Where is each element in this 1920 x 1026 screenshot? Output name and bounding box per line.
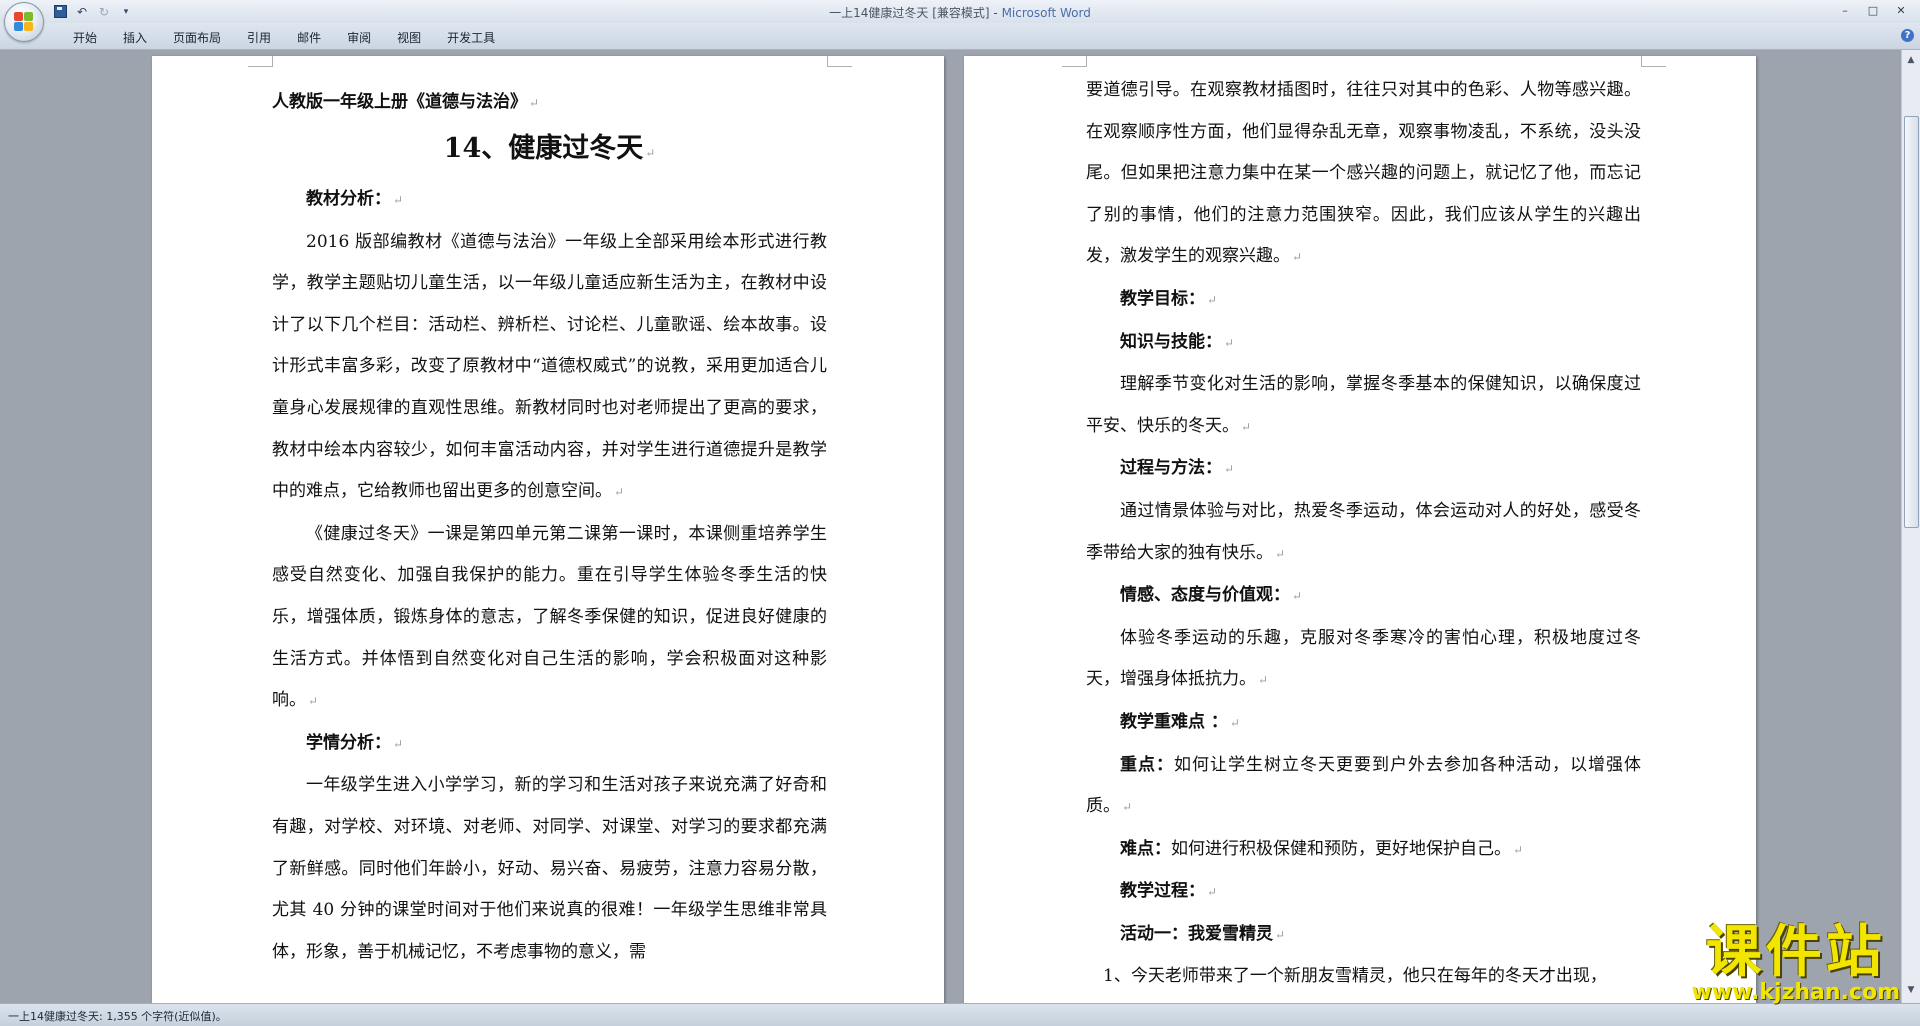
office-button[interactable] [4, 2, 44, 42]
title-bar: ↶ ↻ ▾ 一上14健康过冬天 [兼容模式] - Microsoft Word … [0, 0, 1920, 23]
tab-references[interactable]: 引用 [234, 29, 284, 46]
office-button-icon [14, 12, 34, 32]
crop-mark [1641, 56, 1666, 67]
crop-mark [248, 56, 273, 67]
watermark-url: www.kjzhan.com [1691, 980, 1900, 1005]
section-heading: 情感、态度与价值观： ↵ [1120, 585, 1303, 606]
minimize-icon[interactable]: – [1832, 1, 1858, 19]
document-title: 一上14健康过冬天 [兼容模式] [829, 6, 990, 20]
tab-insert[interactable]: 插入 [110, 29, 160, 46]
section-heading: 教材分析： ↵ [306, 189, 404, 209]
page-right[interactable]: 要道德引导。在观察教材插图时，往往只对其中的色彩、人物等感兴趣。在观察顺序性方面… [964, 56, 1756, 1003]
page-left-content: 人教版一年级上册《道德与法治》 ↵ 14、健康过冬天 ↵ 教材分析： ↵ 2016 版… [272, 82, 827, 973]
section-heading: 知识与技能： ↵ [1120, 331, 1235, 352]
app-title: Microsoft Word [1001, 6, 1091, 20]
watermark-title: 课件站 [1705, 920, 1886, 985]
paragraph: 一年级学生进入小学学习，新的学习和生活对孩子来说充满了好奇和有趣，对学校、对环境… [272, 775, 827, 962]
crop-mark [827, 56, 852, 67]
paragraph: 2016 版部编教材《道德与法治》一年级上全部采用绘本形式进行教学，教学主题贴切… [272, 231, 827, 502]
crop-mark [1062, 56, 1087, 67]
window-controls: – □ ✕ [1832, 1, 1914, 19]
section-heading: 过程与方法： ↵ [1120, 458, 1235, 479]
paragraph: 《健康过冬天》一课是第四单元第二课第一课时，本课侧重培养学生感受自然变化、加强自… [272, 523, 827, 711]
help-icon[interactable]: ? [1901, 29, 1914, 42]
tab-view[interactable]: 视图 [384, 29, 434, 46]
tab-home[interactable]: 开始 [60, 29, 110, 46]
watermark: 课件站 www.kjzhan.com [1691, 924, 1900, 1004]
paragraph: 体验冬季运动的乐趣，克服对冬季寒冷的害怕心理，积极地度过冬天，增强身体抵抗力。 ↵ [1086, 627, 1641, 690]
paragraph: 重点：如何让学生树立冬天更要到户外去参加各种活动，以增强体质。 ↵ [1086, 754, 1641, 817]
tab-page-layout[interactable]: 页面布局 [160, 29, 234, 46]
maximize-icon[interactable]: □ [1860, 1, 1886, 19]
scroll-thumb[interactable] [1904, 116, 1919, 528]
window-title: 一上14健康过冬天 [兼容模式] - Microsoft Word [0, 4, 1920, 21]
doc-title: 14、健康过冬天 ↵ [443, 133, 656, 164]
tab-mailings[interactable]: 邮件 [284, 29, 334, 46]
vertical-scrollbar[interactable]: ▲ ▼ [1901, 50, 1920, 1003]
section-heading: 教学重难点 ： ↵ [1120, 711, 1240, 732]
status-text: 一上14健康过冬天: 1,355 个字符(近似值)。 [8, 1010, 227, 1023]
section-heading: 活动一：我爱雪精灵 ↵ [1120, 923, 1286, 944]
status-bar: 一上14健康过冬天: 1,355 个字符(近似值)。 [0, 1003, 1920, 1026]
tab-developer[interactable]: 开发工具 [434, 29, 508, 46]
doc-subject: 人教版一年级上册《道德与法治》 ↵ [272, 92, 540, 112]
page-right-content: 要道德引导。在观察教材插图时，往往只对其中的色彩、人物等感兴趣。在观察顺序性方面… [1086, 70, 1641, 998]
page-left[interactable]: 人教版一年级上册《道德与法治》 ↵ 14、健康过冬天 ↵ 教材分析： ↵ 2016 版… [152, 56, 944, 1003]
section-heading: 教学过程： ↵ [1120, 881, 1218, 902]
title-separator: - [989, 6, 1002, 20]
paragraph: 要道德引导。在观察教材插图时，往往只对其中的色彩、人物等感兴趣。在观察顺序性方面… [1086, 80, 1641, 267]
paragraph: 通过情景体验与对比，热爱冬季运动，体会运动对人的好处，感受冬季带给大家的独有快乐… [1086, 500, 1641, 563]
section-heading: 教学目标： ↵ [1120, 288, 1218, 309]
paragraph: 难点：如何进行积极保健和预防，更好地保护自己。 ↵ [1120, 838, 1524, 859]
scroll-down-icon[interactable]: ▼ [1903, 982, 1919, 998]
close-icon[interactable]: ✕ [1888, 1, 1914, 19]
ribbon-tabs: 开始 插入 页面布局 引用 邮件 审阅 视图 开发工具 [60, 29, 508, 46]
section-heading: 学情分析： ↵ [306, 732, 404, 753]
document-area: 人教版一年级上册《道德与法治》 ↵ 14、健康过冬天 ↵ 教材分析： ↵ 2016 版… [0, 50, 1902, 1003]
tab-review[interactable]: 审阅 [334, 29, 384, 46]
paragraph: 1、今天老师带来了一个新朋友雪精灵，他只在每年的冬天才出现， [1103, 966, 1607, 987]
paragraph: 理解季节变化对生活的影响，掌握冬季基本的保健知识，以确保度过平安、快乐的冬天。 ↵ [1086, 374, 1641, 436]
scroll-up-icon[interactable]: ▲ [1903, 52, 1919, 68]
ribbon-tab-bar: 开始 插入 页面布局 引用 邮件 审阅 视图 开发工具 ? [0, 23, 1920, 50]
